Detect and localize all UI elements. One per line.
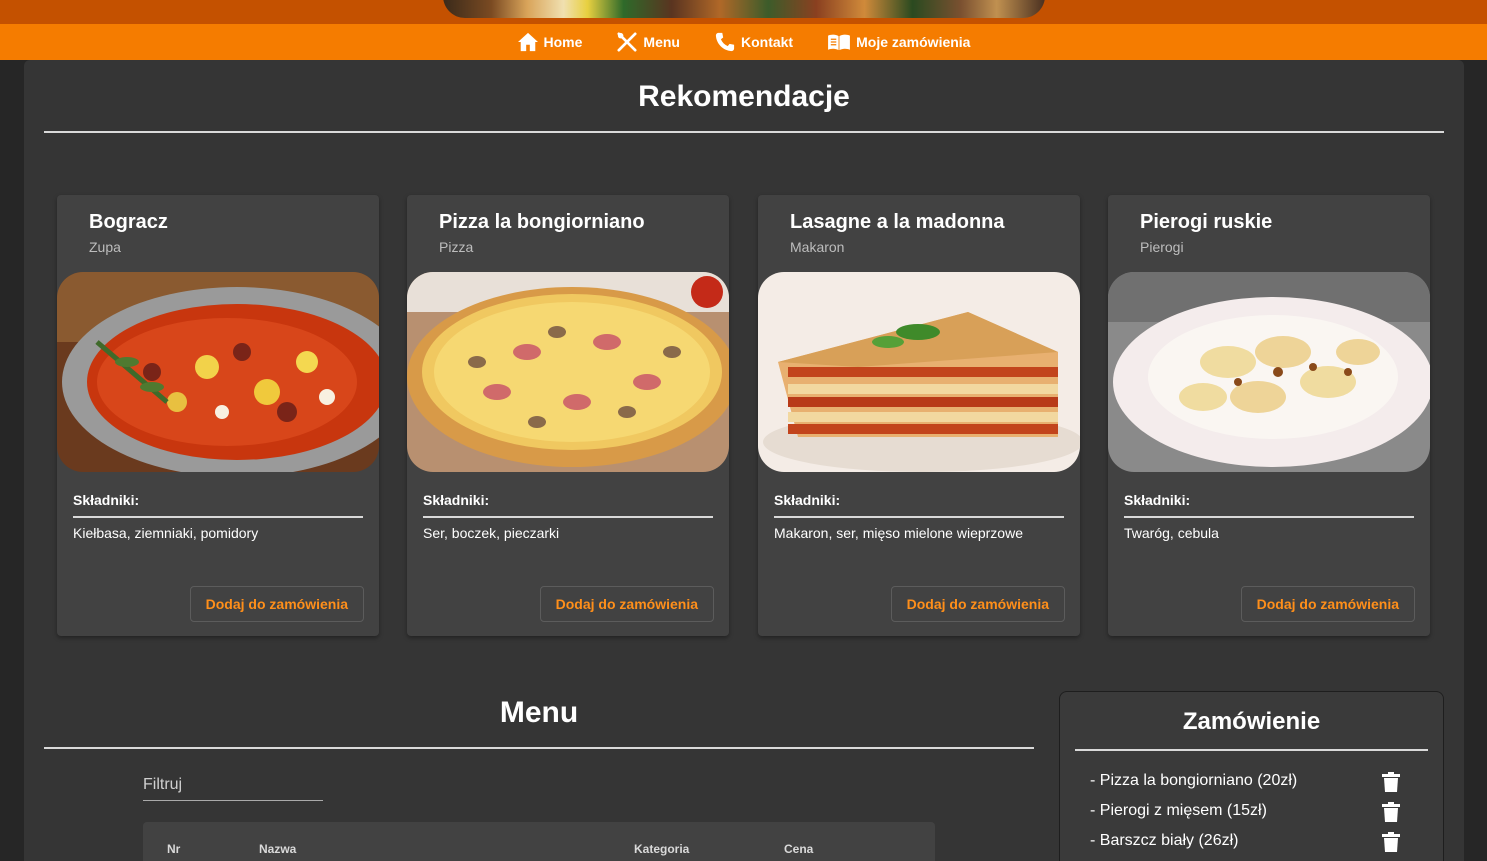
banner-food-image (443, 0, 1045, 18)
recommendation-card-lasagne: Lasagne a la madonna Makaron Składniki: … (758, 195, 1080, 636)
book-icon (828, 34, 851, 51)
recommendation-card-pizza: Pizza la bongiorniano Pizza Składniki: S… (407, 195, 729, 636)
ingredients-divider (1124, 516, 1414, 518)
ingredients-text: Kiełbasa, ziemniaki, pomidory (73, 525, 259, 541)
header-banner (0, 0, 1487, 24)
ingredients-label: Składniki: (423, 492, 490, 508)
order-item: - Barszcz biały (26zł) (1090, 832, 1239, 849)
filter-input[interactable]: Filtruj (143, 776, 182, 794)
menu-table: Nr Nazwa Kategoria Cena (143, 822, 935, 861)
card-title: Lasagne a la madonna (790, 211, 1005, 233)
add-to-order-button[interactable]: Dodaj do zamówienia (1240, 586, 1415, 622)
add-to-order-button[interactable]: Dodaj do zamówienia (189, 586, 364, 622)
recommendation-card-pierogi: Pierogi ruskie Pierogi Składniki: Twaróg… (1108, 195, 1430, 636)
trash-icon[interactable] (1382, 772, 1400, 792)
column-header-kategoria[interactable]: Kategoria (634, 842, 689, 856)
trash-icon[interactable] (1382, 802, 1400, 822)
order-item: - Pierogi z mięsem (15zł) (1090, 802, 1267, 819)
ingredients-divider (73, 516, 363, 518)
recommendations-title: Rekomendacje (638, 80, 850, 113)
column-header-cena[interactable]: Cena (784, 842, 813, 856)
nav-item-label: Menu (643, 34, 680, 50)
ingredients-text: Ser, boczek, pieczarki (423, 525, 560, 541)
trash-icon[interactable] (1382, 832, 1400, 852)
nav-item-label: Kontakt (740, 34, 794, 50)
menu-title: Menu (499, 696, 579, 729)
add-to-order-button[interactable]: Dodaj do zamówienia (890, 586, 1065, 622)
ingredients-label: Składniki: (774, 492, 841, 508)
ingredients-text: Makaron, ser, mięso mielone wieprzowe (774, 525, 1023, 541)
ingredients-divider (423, 516, 713, 518)
ingredients-text: Twaróg, cebula (1124, 525, 1219, 541)
phone-icon (715, 32, 735, 52)
order-divider (1075, 749, 1428, 751)
bogracz-image (57, 272, 379, 472)
card-category: Pizza (439, 239, 474, 255)
lasagne-image (758, 272, 1080, 472)
main-nav: Home Menu Kontakt Moje zamówienia (0, 24, 1487, 60)
home-icon (517, 32, 538, 52)
ingredients-divider (774, 516, 1064, 518)
card-category: Makaron (790, 239, 845, 255)
card-category: Pierogi (1140, 239, 1184, 255)
pizza-image (407, 272, 729, 472)
pierogi-image (1108, 272, 1430, 472)
ingredients-label: Składniki: (1124, 492, 1191, 508)
order-title: Zamówienie (1182, 708, 1321, 735)
recommendation-card-bogracz: Bogracz Zupa Składniki: Kiełbasa, ziemni… (57, 195, 379, 636)
card-title: Pizza la bongiorniano (439, 211, 645, 233)
recommendations-divider (44, 131, 1444, 133)
column-header-nazwa[interactable]: Nazwa (259, 842, 296, 856)
cutlery-icon (617, 32, 637, 52)
nav-item-label: Home (543, 34, 583, 50)
nav-item-menu[interactable]: Menu (616, 32, 680, 52)
nav-item-home[interactable]: Home (517, 32, 583, 52)
card-title: Bogracz (89, 211, 168, 233)
ingredients-label: Składniki: (73, 492, 140, 508)
menu-divider (44, 747, 1034, 749)
nav-item-kontakt[interactable]: Kontakt (714, 32, 793, 52)
add-to-order-button[interactable]: Dodaj do zamówienia (539, 586, 714, 622)
nav-item-label: Moje zamówienia (856, 34, 971, 50)
card-title: Pierogi ruskie (1140, 211, 1273, 233)
column-header-nr[interactable]: Nr (167, 842, 180, 856)
order-panel: Zamówienie - Pizza la bongiorniano (20zł… (1059, 691, 1444, 861)
order-item: - Pizza la bongiorniano (20zł) (1090, 772, 1298, 789)
card-category: Zupa (89, 239, 121, 255)
filter-underline (143, 800, 323, 801)
nav-item-moje-zamowienia[interactable]: Moje zamówienia (827, 32, 970, 52)
